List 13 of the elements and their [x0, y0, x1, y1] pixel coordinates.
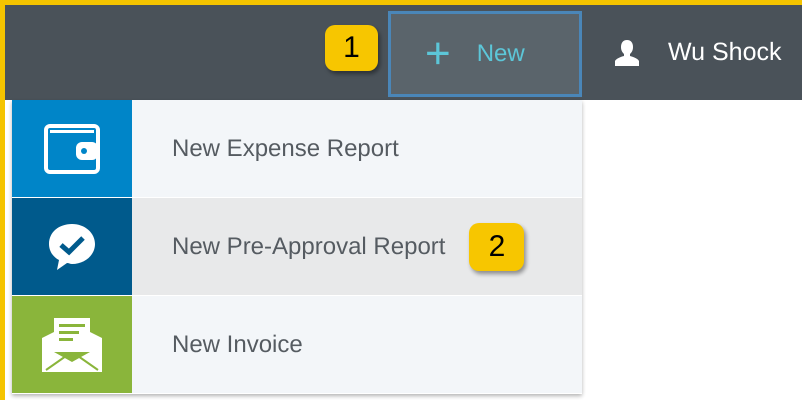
- menu-item-label: New Expense Report: [172, 134, 399, 164]
- menu-item[interactable]: New Invoice: [12, 296, 582, 394]
- menu-item-label: New Pre-Approval Report: [172, 232, 446, 262]
- user-icon: [614, 38, 640, 66]
- callout-badge: 1: [325, 24, 378, 70]
- menu-item[interactable]: New Pre-Approval Report 2: [12, 198, 582, 296]
- menu-item-label: New Invoice: [172, 330, 303, 360]
- wallet-icon: [42, 122, 102, 176]
- menu-item[interactable]: New Expense Report: [12, 100, 582, 198]
- envelope-icon: [40, 316, 104, 374]
- chat-check-icon: [46, 222, 98, 272]
- callout-badge: 2: [469, 222, 524, 270]
- user-name[interactable]: Wu Shock: [668, 34, 782, 72]
